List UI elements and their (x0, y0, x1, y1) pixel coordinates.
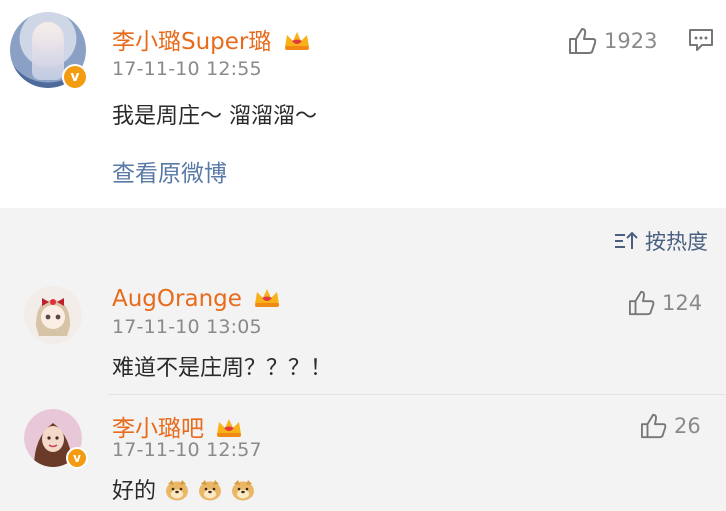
comment-like-count: 26 (674, 414, 701, 438)
comment-text: 难道不是庄周？？？！ (112, 356, 333, 381)
comment-text: 好的 (112, 479, 157, 504)
thumbs-up-icon (641, 413, 667, 439)
list-item: v 李小璐吧 17-11-10 12:57 好的 26 (0, 395, 726, 511)
comment-icon[interactable] (688, 28, 714, 52)
comment-time: 17-11-10 13:05 (112, 316, 262, 338)
post-text: 我是周庄～ 溜溜溜～ (112, 104, 317, 129)
view-original-link[interactable]: 查看原微博 (112, 154, 227, 188)
verified-badge-icon: v (66, 447, 88, 469)
crown-badge-icon (284, 32, 309, 50)
post-like-count: 1923 (604, 29, 658, 53)
post-time: 17-11-10 12:55 (112, 58, 262, 80)
crown-badge-icon (217, 419, 242, 437)
comment-like-button[interactable]: 26 (640, 413, 701, 439)
comment-text-row: 好的 (112, 473, 255, 505)
comment-author-name[interactable]: AugOrange (112, 286, 281, 312)
comment-like-button[interactable]: 124 (628, 290, 702, 316)
list-item: AugOrange 17-11-10 13:05 难道不是庄周？？？！ 124 (0, 270, 726, 394)
comment-time: 17-11-10 12:57 (112, 439, 262, 461)
post-author-name[interactable]: 李小璐Super璐 (112, 22, 311, 56)
comment-list: AugOrange 17-11-10 13:05 难道不是庄周？？？！ 124 … (0, 270, 726, 511)
thumbs-up-icon (629, 290, 655, 316)
crown-badge-icon (255, 289, 280, 307)
sort-icon (615, 231, 638, 249)
main-post: v 李小璐Super璐 17-11-10 12:55 我是周庄～ 溜溜溜～ 查看… (0, 0, 726, 208)
sort-by-hot-button[interactable]: 按热度 (613, 226, 708, 256)
comment-author-name[interactable]: 李小璐吧 (112, 409, 243, 443)
doge-emoji-icon (166, 480, 189, 501)
thumbs-up-icon (569, 28, 597, 54)
commenter-avatar[interactable] (24, 286, 82, 344)
doge-emoji-icon (232, 480, 255, 501)
sort-label: 按热度 (645, 230, 708, 254)
doge-emoji-icon (199, 480, 222, 501)
comment-sort-bar: 按热度 (0, 208, 726, 270)
comment-author-label: AugOrange (112, 286, 242, 312)
post-like-button[interactable]: 1923 (568, 27, 657, 55)
verified-badge-icon: v (62, 64, 88, 90)
post-author-label: 李小璐Super璐 (112, 29, 272, 55)
comment-like-count: 124 (662, 291, 703, 315)
